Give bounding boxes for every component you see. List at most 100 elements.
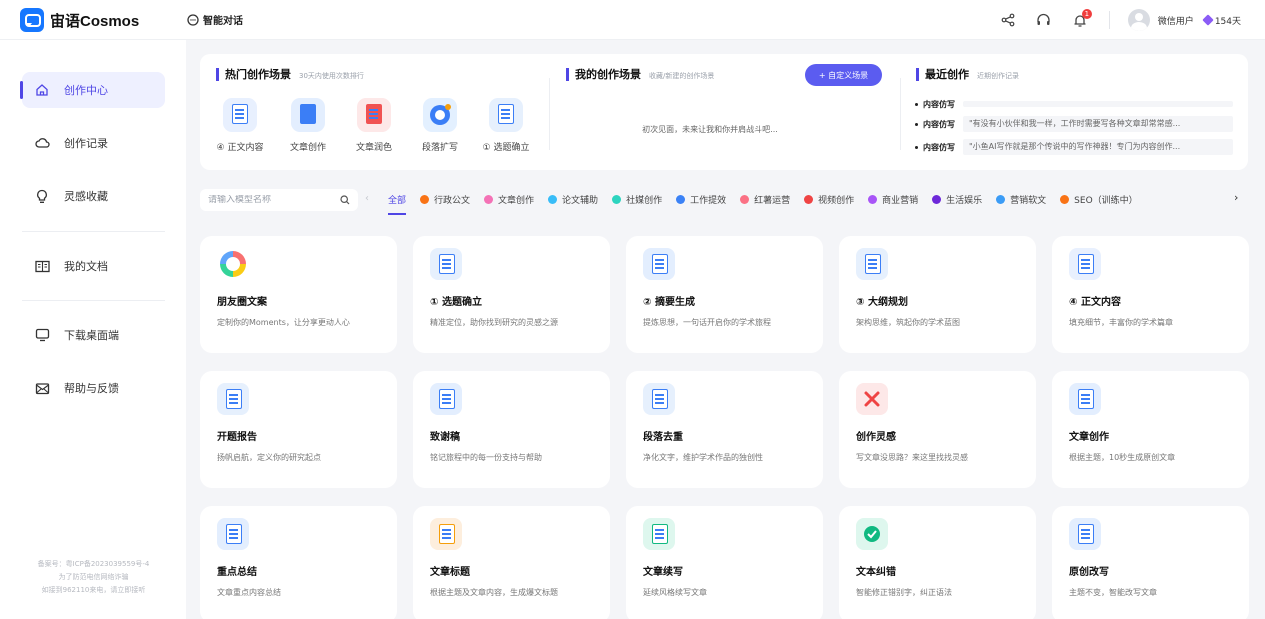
monitor-icon bbox=[34, 327, 50, 343]
scene-card[interactable]: 致谢稿 铭记旅程中的每一份支持与帮助 bbox=[413, 371, 610, 488]
sidebar-item-creation-records[interactable]: 创作记录 bbox=[22, 125, 165, 161]
category-tab[interactable]: SEO（训练中） bbox=[1060, 191, 1138, 208]
category-tab[interactable]: 全部 bbox=[388, 191, 407, 215]
category-tab[interactable]: 红薯运营 bbox=[740, 191, 790, 208]
diamond-icon bbox=[1202, 14, 1214, 26]
recent-item[interactable]: 内容仿写 "有没有小伙伴和我一样，工作时需要写各种文章却常常感... bbox=[915, 116, 1233, 132]
card-title: 文章创作 bbox=[1069, 432, 1109, 443]
clipboard-doc-icon bbox=[223, 98, 257, 132]
category-tab[interactable]: 行政公文 bbox=[420, 191, 470, 208]
scene-card[interactable]: 重点总结文章重点内容总结 bbox=[200, 506, 397, 619]
scene-card[interactable]: ② 摘要生成 提炼思想，一句话开启你的学术旅程 bbox=[626, 236, 823, 353]
hot-scene-label: 文章创作 bbox=[289, 143, 326, 153]
category-label: 全部 bbox=[388, 196, 407, 206]
card-title: 致谢稿 bbox=[430, 432, 460, 443]
notebook-icon bbox=[291, 98, 325, 132]
card-description: 填充细节，丰富你的学术篇章 bbox=[1069, 318, 1173, 327]
sidebar-item-download-desktop[interactable]: 下载桌面端 bbox=[22, 317, 165, 353]
footer-note: 备案号：粤ICP备2023039559号-4 为了防范电信网络诈骗 如接到962… bbox=[22, 558, 165, 597]
recent-item[interactable]: 内容仿写 "小鱼AI写作就是那个传说中的写作神器！专门为内容创作... bbox=[915, 139, 1233, 155]
card-description: 净化文字，维护学术作品的独创性 bbox=[643, 453, 763, 462]
hot-scenes-header: 热门创作场景 30天内使用次数排行 bbox=[216, 68, 364, 81]
sidebar-item-inspiration[interactable]: 灵感收藏 bbox=[22, 178, 165, 214]
category-tab[interactable]: 生活娱乐 bbox=[932, 191, 982, 208]
chevron-left-icon[interactable]: ‹ bbox=[365, 193, 369, 204]
scene-card[interactable]: 开题报告 扬帆启航，定义你的研究起点 bbox=[200, 371, 397, 488]
bullet bbox=[915, 145, 918, 149]
scene-card[interactable]: 文章标题 根据主题及文章内容，生成爆文标题 bbox=[413, 506, 610, 619]
logo[interactable]: 宙语Cosmos bbox=[20, 8, 139, 32]
search-icon[interactable] bbox=[340, 195, 350, 205]
sidebar-item-help-feedback[interactable]: 帮助与反馈 bbox=[22, 370, 165, 406]
username[interactable]: 微信用户 bbox=[1158, 14, 1194, 27]
scene-card[interactable]: 文章续写 延续风格续写文章 bbox=[626, 506, 823, 619]
card-title: 文章标题 bbox=[430, 567, 470, 578]
category-tab[interactable]: 社媒创作 bbox=[612, 191, 662, 208]
card-description: 文章重点内容总结 bbox=[217, 588, 281, 597]
category-dot-icon bbox=[676, 195, 686, 204]
card-title: 段落去重 bbox=[643, 432, 683, 443]
scene-card[interactable]: 创作灵感 写文章没思路？来这里找找灵感 bbox=[839, 371, 1036, 488]
scissors-icon bbox=[856, 383, 888, 415]
card-title: ③ 大纲规划 bbox=[856, 297, 908, 308]
hot-scene-item[interactable]: 文章润色 bbox=[341, 98, 407, 153]
sidebar-item-creation-center[interactable]: 创作中心 bbox=[20, 72, 165, 108]
notification-badge: 1 bbox=[1081, 9, 1092, 19]
custom-scene-button[interactable]: + 自定义场景 bbox=[805, 64, 882, 86]
scene-card[interactable]: 原创改写 主题不变，智能改写文章 bbox=[1052, 506, 1249, 619]
chat-tab[interactable]: 智能对话 bbox=[187, 12, 243, 27]
category-dot-icon bbox=[996, 195, 1006, 204]
card-description: 根据主题，10秒生成原创文章 bbox=[1069, 453, 1176, 462]
category-dot-icon bbox=[932, 195, 942, 204]
category-tab[interactable]: 营销软文 bbox=[996, 191, 1046, 208]
sidebar-item-label: 我的文档 bbox=[64, 260, 108, 273]
hot-scenes-title: 热门创作场景 bbox=[216, 68, 291, 81]
recent-item[interactable]: 内容仿写 bbox=[915, 96, 1233, 112]
recent-item-text: "小鱼AI写作就是那个传说中的写作神器！专门为内容创作... bbox=[963, 139, 1233, 155]
share-icon[interactable] bbox=[993, 5, 1023, 35]
scene-card[interactable]: 段落去重净化文字，维护学术作品的独创性 bbox=[626, 371, 823, 488]
category-label: SEO（训练中） bbox=[1074, 196, 1138, 206]
document-icon bbox=[1069, 518, 1101, 550]
category-label: 行政公文 bbox=[434, 196, 471, 206]
scene-card[interactable]: ① 选题确立 精准定位，助你找到研究的灵感之源 bbox=[413, 236, 610, 353]
scene-card[interactable]: 朋友圈文案 定制你的Moments，让分享更动人心 bbox=[200, 236, 397, 353]
sidebar-divider bbox=[22, 300, 165, 301]
category-dot-icon bbox=[484, 195, 494, 204]
card-description: 精准定位，助你找到研究的灵感之源 bbox=[430, 318, 558, 327]
sidebar-item-label: 灵感收藏 bbox=[64, 190, 108, 203]
category-tab[interactable]: 工作提效 bbox=[676, 191, 726, 208]
category-tab[interactable]: 视频创作 bbox=[804, 191, 854, 208]
icp-record[interactable]: 备案号：粤ICP备2023039559号-4 bbox=[22, 558, 165, 571]
category-dot-icon bbox=[612, 195, 622, 204]
card-description: 写文章没思路？来这里找找灵感 bbox=[856, 453, 968, 462]
hot-scene-label: ④ 正文内容 bbox=[216, 143, 264, 153]
recent-header: 最近创作 近期创作记录 bbox=[916, 68, 1019, 81]
category-tab[interactable]: 论文辅助 bbox=[548, 191, 598, 208]
scene-card[interactable]: 文本纠错 智能修正错别字，纠正语法 bbox=[839, 506, 1036, 619]
category-dot-icon bbox=[1060, 195, 1070, 204]
chevron-right-icon[interactable]: › bbox=[1234, 191, 1238, 204]
search-input[interactable] bbox=[208, 195, 340, 205]
hot-scene-item[interactable]: ① 选题确立 bbox=[473, 98, 539, 153]
sidebar-item-my-documents[interactable]: 我的文档 bbox=[22, 248, 165, 284]
card-title: ④ 正文内容 bbox=[1069, 297, 1121, 308]
hot-scene-item[interactable]: ④ 正文内容 bbox=[207, 98, 273, 153]
scene-card[interactable]: ③ 大纲规划 架构思维，筑起你的学术蓝图 bbox=[839, 236, 1036, 353]
bell-icon[interactable]: 1 bbox=[1065, 5, 1095, 35]
card-title: 重点总结 bbox=[217, 567, 257, 578]
vip-badge[interactable]: 154天 bbox=[1202, 14, 1241, 27]
hot-scene-item[interactable]: 文章创作 bbox=[275, 98, 341, 153]
category-tab[interactable]: 商业营销 bbox=[868, 191, 918, 208]
hot-scene-item[interactable]: 段落扩写 bbox=[407, 98, 473, 153]
scene-card[interactable]: 文章创作根据主题，10秒生成原创文章 bbox=[1052, 371, 1249, 488]
avatar[interactable] bbox=[1127, 9, 1150, 31]
scene-card[interactable]: ④ 正文内容填充细节，丰富你的学术篇章 bbox=[1052, 236, 1249, 353]
card-description: 定制你的Moments，让分享更动人心 bbox=[217, 318, 350, 327]
document-icon bbox=[1069, 383, 1101, 415]
category-label: 论文辅助 bbox=[562, 196, 599, 206]
headset-icon[interactable] bbox=[1029, 5, 1059, 35]
card-title: ② 摘要生成 bbox=[643, 297, 695, 308]
category-tab[interactable]: 文章创作 bbox=[484, 191, 534, 208]
document-icon bbox=[643, 518, 675, 550]
